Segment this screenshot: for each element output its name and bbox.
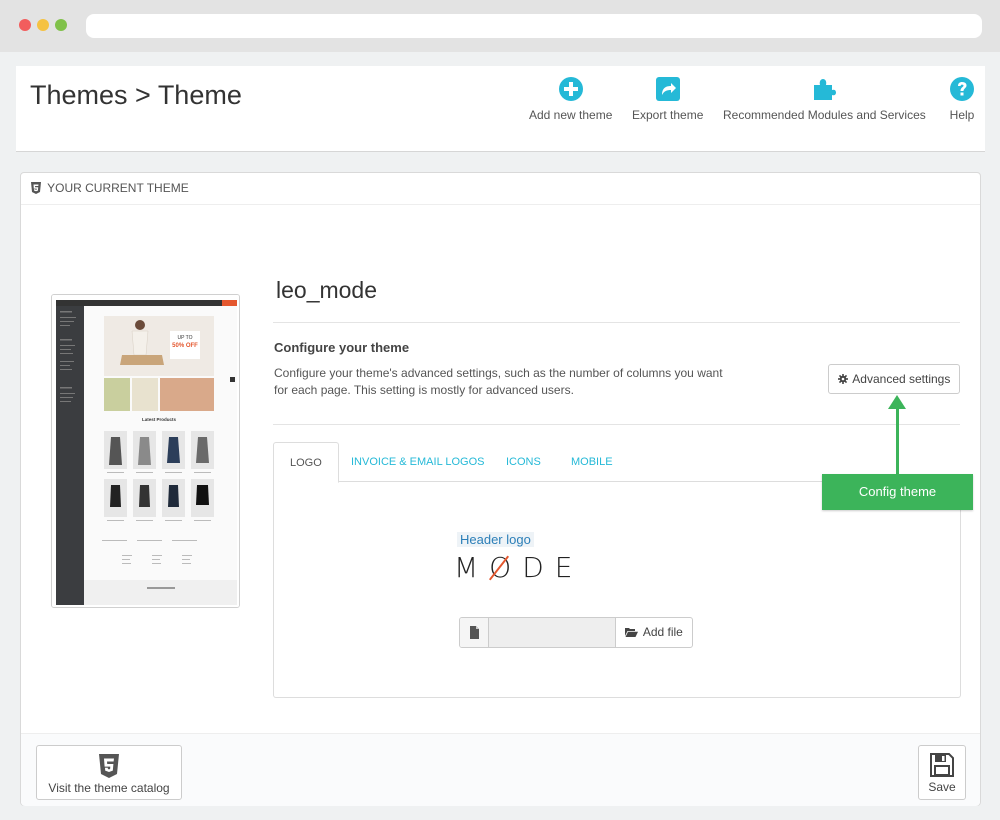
save-icon	[930, 753, 954, 777]
save-button[interactable]: Save	[918, 745, 966, 800]
add-file-label: Add file	[642, 625, 683, 639]
configure-description: Configure your theme's advanced settings…	[274, 366, 723, 397]
address-bar[interactable]	[86, 14, 982, 38]
close-window-dot[interactable]	[19, 19, 31, 31]
theme-preview-image: UP TO 50% OFF Latest Products	[51, 294, 240, 608]
export-theme-button[interactable]: Export theme	[632, 76, 703, 122]
header-logo-label: Header logo	[457, 532, 534, 547]
minimize-window-dot[interactable]	[37, 19, 49, 31]
file-icon-box	[460, 618, 489, 647]
export-theme-label: Export theme	[632, 108, 704, 122]
add-file-button[interactable]: Add file	[616, 618, 692, 647]
plus-circle-icon	[558, 77, 583, 101]
promo-line1: UP TO	[177, 335, 192, 341]
current-theme-panel: YOUR CURRENT THEME UP TO 50% OFF Latest …	[20, 172, 981, 806]
browser-chrome	[0, 0, 1000, 52]
recommended-modules-label: Recommended Modules and Services	[723, 108, 926, 122]
add-new-theme-label: Add new theme	[529, 108, 613, 122]
visit-theme-catalog-button[interactable]: Visit the theme catalog	[36, 745, 182, 800]
help-label: Help	[949, 108, 975, 122]
header-logo-image: MODE	[454, 551, 584, 584]
panel-heading-text: YOUR CURRENT THEME	[47, 181, 189, 195]
add-new-theme-button[interactable]: Add new theme	[529, 76, 612, 122]
save-label: Save	[928, 780, 956, 794]
tab-label: INVOICE & EMAIL LOGOS	[351, 456, 485, 468]
file-path-input[interactable]	[489, 618, 616, 647]
page-title: Themes > Theme	[30, 80, 242, 110]
recommended-modules-button[interactable]: Recommended Modules and Services	[723, 76, 926, 122]
page-header: Themes > Theme Add new theme Export them…	[16, 66, 985, 152]
file-icon	[470, 626, 479, 639]
tab-label: LOGO	[290, 457, 322, 469]
visit-catalog-label: Visit the theme catalog	[48, 781, 170, 795]
panel-heading: YOUR CURRENT THEME	[21, 173, 980, 205]
tab-logo[interactable]: LOGO	[273, 442, 339, 483]
html5-icon	[31, 182, 41, 194]
help-button[interactable]: Help	[949, 76, 975, 122]
config-theme-callout: Config theme	[822, 474, 973, 510]
advanced-settings-button[interactable]: Advanced settings	[828, 364, 960, 394]
help-icon	[950, 77, 974, 101]
annotation-arrow-line	[896, 405, 899, 474]
tab-label: ICONS	[506, 456, 541, 468]
theme-name: leo_mode	[276, 277, 378, 303]
gear-icon	[837, 374, 848, 384]
latest-products-title: Latest Products	[142, 417, 177, 422]
configure-title: Configure your theme	[274, 340, 410, 355]
folder-open-icon	[625, 628, 639, 637]
export-icon	[655, 77, 680, 101]
tab-label: MOBILE	[571, 456, 613, 468]
logo-file-upload: Add file	[459, 617, 693, 648]
tab-icons[interactable]: ICONS	[490, 442, 557, 482]
maximize-window-dot[interactable]	[55, 19, 67, 31]
advanced-settings-label: Advanced settings	[852, 372, 951, 386]
html5-icon	[99, 754, 119, 778]
divider	[273, 424, 960, 425]
promo-line2: 50% OFF	[172, 343, 198, 349]
puzzle-icon	[814, 79, 837, 100]
tab-invoice-email-logos[interactable]: INVOICE & EMAIL LOGOS	[335, 442, 500, 482]
page: Themes > Theme Add new theme Export them…	[0, 52, 1000, 820]
tab-mobile[interactable]: MOBILE	[555, 442, 629, 482]
logo-tab-content: Header logo MODE Add file	[273, 481, 961, 698]
divider	[273, 322, 960, 323]
panel-footer: Visit the theme catalog Save	[21, 733, 980, 806]
